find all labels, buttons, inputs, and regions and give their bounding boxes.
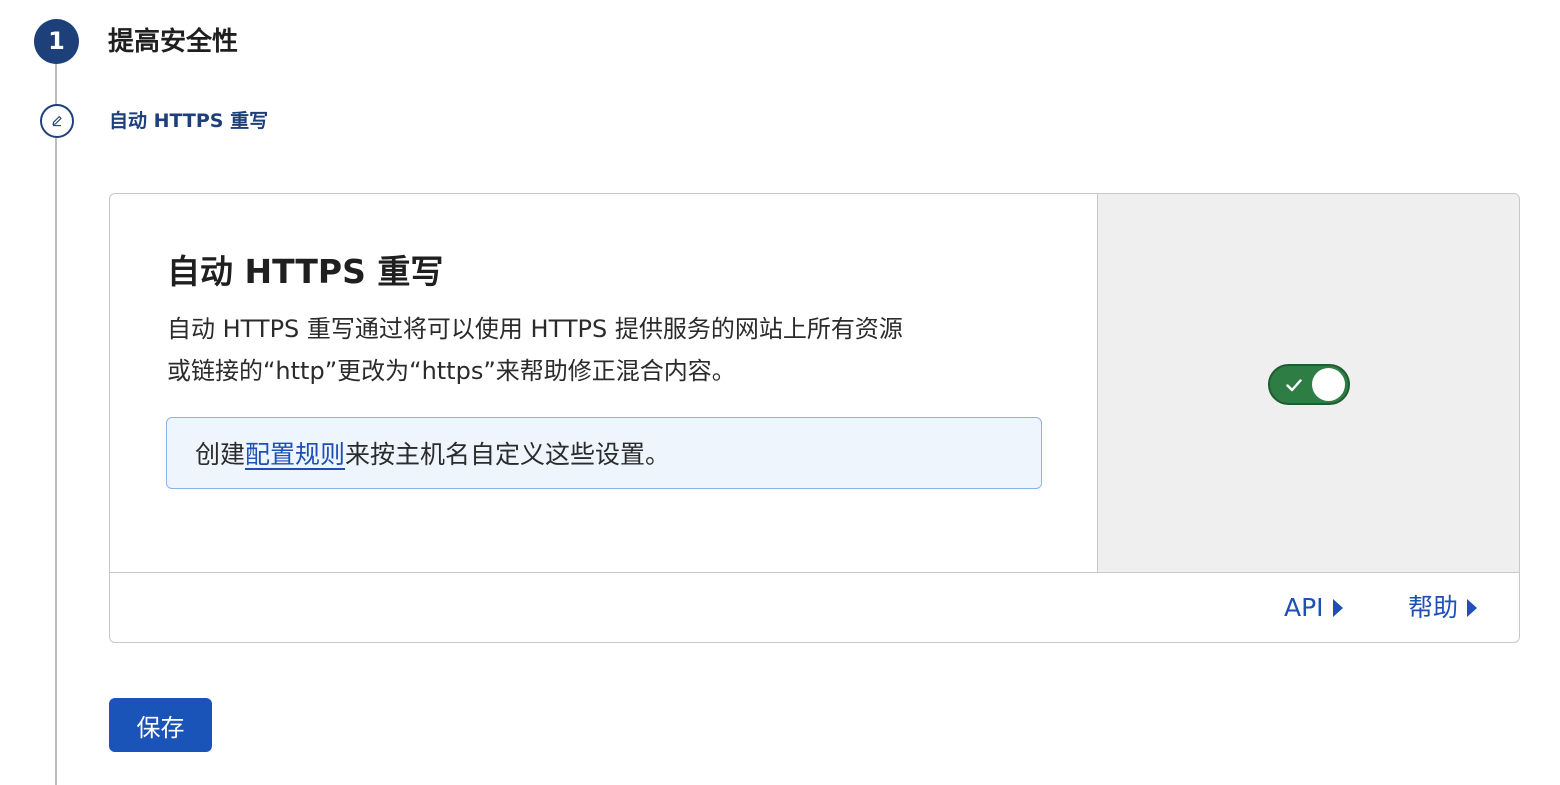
step-number-badge: 1: [34, 19, 79, 64]
sub-step-title: 自动 HTTPS 重写: [109, 110, 269, 132]
configuration-rules-link[interactable]: 配置规则: [245, 435, 345, 471]
description-line: 或链接的“http”更改为“https”来帮助修正混合内容。: [167, 357, 736, 385]
caret-right-icon: [1332, 599, 1343, 617]
card-footer: API 帮助: [110, 572, 1519, 642]
help-link[interactable]: 帮助: [1408, 592, 1478, 624]
card-content: 自动 HTTPS 重写 自动 HTTPS 重写通过将可以使用 HTTPS 提供服…: [110, 194, 1098, 572]
page: 1 提高安全性 自动 HTTPS 重写 自动 HTTPS 重写 自动 HTTPS…: [0, 0, 1560, 785]
setting-card: 自动 HTTPS 重写 自动 HTTPS 重写通过将可以使用 HTTPS 提供服…: [109, 193, 1520, 643]
info-banner: 创建 配置规则 来按主机名自定义这些设置。: [166, 417, 1042, 489]
card-title: 自动 HTTPS 重写: [167, 252, 444, 291]
card-description: 自动 HTTPS 重写通过将可以使用 HTTPS 提供服务的网站上所有资源 或链…: [167, 308, 1047, 392]
check-icon: [1286, 379, 1302, 392]
step-title: 提高安全性: [108, 27, 239, 57]
info-prefix: 创建: [195, 440, 246, 469]
card-control-panel: [1098, 194, 1519, 572]
api-link-label: API: [1284, 593, 1324, 622]
help-link-label: 帮助: [1408, 593, 1459, 622]
description-line: 自动 HTTPS 重写通过将可以使用 HTTPS 提供服务的网站上所有资源: [167, 315, 903, 343]
caret-right-icon: [1467, 599, 1478, 617]
info-suffix: 来按主机名自定义这些设置。: [345, 440, 671, 469]
api-link[interactable]: API: [1284, 592, 1344, 624]
toggle-knob: [1312, 368, 1345, 401]
https-rewrite-toggle[interactable]: [1268, 364, 1350, 405]
pencil-icon: [40, 104, 74, 138]
save-button[interactable]: 保存: [109, 698, 212, 752]
step-rail-line: [55, 64, 57, 785]
